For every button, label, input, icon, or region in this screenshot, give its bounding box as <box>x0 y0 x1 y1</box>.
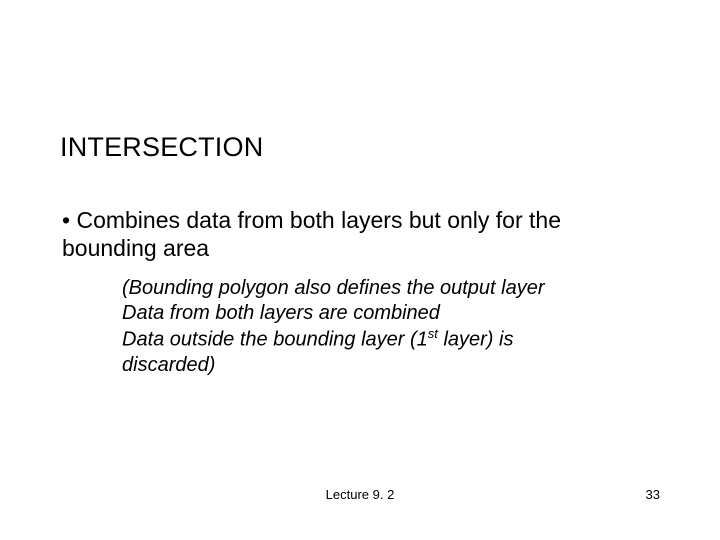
bullet-marker: • <box>62 207 70 233</box>
sub-line-2: Data from both layers are combined <box>122 301 545 326</box>
ordinal-suffix: st <box>428 326 438 341</box>
bullet-text-line2: bounding area <box>62 235 209 261</box>
slide-title: INTERSECTION <box>60 132 263 163</box>
sub-line-4: discarded) <box>122 353 545 378</box>
sub-line-3-post: layer) is <box>438 329 514 351</box>
sub-line-3-pre: Data outside the bounding layer (1 <box>122 329 428 351</box>
footer-center: Lecture 9. 2 <box>0 487 720 502</box>
bullet-item: • Combines data from both layers but onl… <box>62 206 561 262</box>
sub-line-3: Data outside the bounding layer (1st lay… <box>122 326 545 353</box>
sub-line-1: (Bounding polygon also defines the outpu… <box>122 276 545 301</box>
page-number: 33 <box>646 487 660 502</box>
bullet-text-line1: Combines data from both layers but only … <box>76 207 561 233</box>
slide: INTERSECTION • Combines data from both l… <box>0 0 720 540</box>
sub-block: (Bounding polygon also defines the outpu… <box>122 276 545 378</box>
